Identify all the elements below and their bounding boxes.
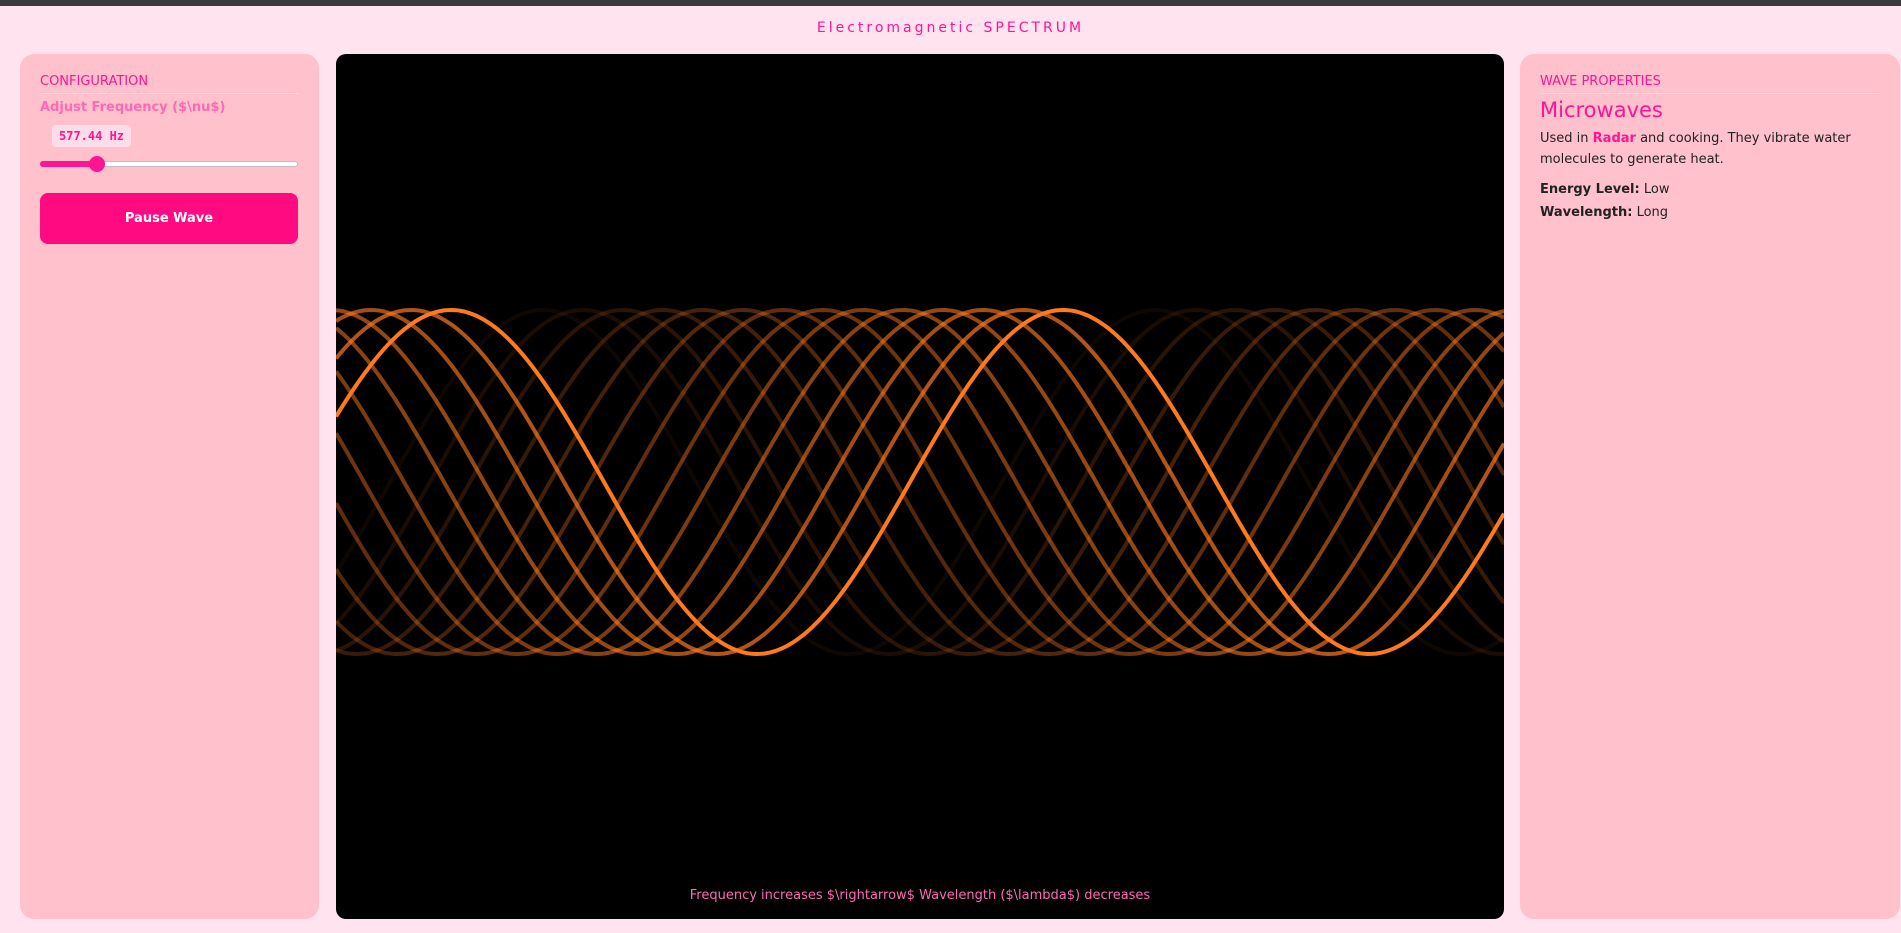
wavelength-value: Long bbox=[1636, 205, 1669, 220]
energy-level-key: Energy Level: bbox=[1540, 182, 1640, 197]
wavelength-key: Wavelength: bbox=[1540, 205, 1633, 220]
slider-thumb[interactable] bbox=[88, 156, 105, 172]
wave-canvas: Frequency increases $\rightarrow$ Wavele… bbox=[336, 54, 1504, 919]
energy-level-value: Low bbox=[1643, 182, 1670, 197]
wavelength-row: Wavelength: Long bbox=[1540, 205, 1880, 220]
wave-properties-panel: WAVE PROPERTIES Microwaves Used in Radar… bbox=[1520, 54, 1900, 919]
configuration-heading: CONFIGURATION bbox=[40, 74, 299, 94]
wave-name: Microwaves bbox=[1540, 98, 1663, 122]
frequency-readout: 577.44 Hz bbox=[52, 125, 132, 147]
description-prefix: Used in bbox=[1540, 131, 1593, 146]
browser-top-bar bbox=[0, 0, 1901, 6]
canvas-caption: Frequency increases $\rightarrow$ Wavele… bbox=[689, 888, 1151, 903]
frequency-slider[interactable] bbox=[40, 155, 298, 172]
wave-description: Used in Radar and cooking. They vibrate … bbox=[1540, 128, 1880, 170]
description-highlight: Radar bbox=[1592, 131, 1636, 146]
wave-properties-heading: WAVE PROPERTIES bbox=[1540, 74, 1880, 94]
wave-visualization bbox=[336, 307, 1504, 657]
configuration-panel: CONFIGURATION Adjust Frequency ($\nu$) 5… bbox=[20, 54, 319, 919]
energy-level-row: Energy Level: Low bbox=[1540, 182, 1880, 197]
frequency-label: Adjust Frequency ($\nu$) bbox=[40, 100, 226, 115]
pause-wave-button[interactable]: Pause Wave bbox=[40, 193, 298, 244]
app-title: Electromagnetic SPECTRUM bbox=[816, 20, 1085, 36]
